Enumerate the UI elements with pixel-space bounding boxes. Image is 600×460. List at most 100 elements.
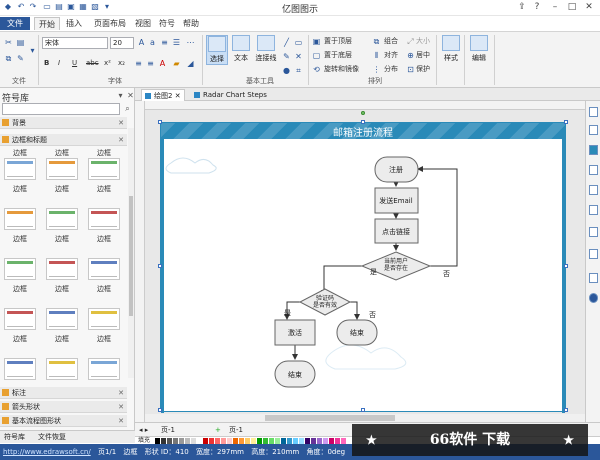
- align-icon[interactable]: ⫴: [372, 51, 381, 60]
- edit-button[interactable]: 编辑: [468, 35, 490, 63]
- resize-handle[interactable]: [158, 264, 162, 268]
- category-border-title[interactable]: 边框和标题 ✕: [0, 134, 127, 146]
- close-category-icon[interactable]: ✕: [118, 117, 124, 129]
- search-icon[interactable]: ⌕: [123, 104, 132, 113]
- connector-tool-button[interactable]: 连接线: [254, 35, 278, 63]
- comments-icon[interactable]: [589, 273, 598, 283]
- page-tab[interactable]: 页-1: [161, 424, 175, 436]
- scroll-thumb[interactable]: [129, 196, 133, 316]
- pin-icon[interactable]: ▾: [116, 91, 125, 100]
- frame-shape-thumbnail[interactable]: [4, 258, 36, 280]
- library-search-input[interactable]: [2, 103, 120, 115]
- group-icon[interactable]: ⧉: [372, 37, 381, 46]
- fill-icon[interactable]: ◢: [186, 59, 195, 68]
- resize-handle[interactable]: [564, 120, 568, 124]
- rectangle-tool-icon[interactable]: ▭: [294, 38, 303, 47]
- cross-tool-icon[interactable]: ✕: [294, 52, 303, 61]
- bullets-icon[interactable]: ≡: [160, 38, 169, 47]
- resize-handle[interactable]: [158, 120, 162, 124]
- category-arrows[interactable]: 箭头形状 ✕: [0, 401, 127, 413]
- copy-icon[interactable]: ⧉: [4, 54, 13, 63]
- frame-shape-thumbnail[interactable]: [88, 308, 120, 330]
- center-icon[interactable]: ⊕: [406, 51, 415, 60]
- maximize-icon[interactable]: □: [565, 1, 579, 14]
- size-button[interactable]: 大小: [416, 36, 430, 47]
- add-page-icon[interactable]: +: [215, 424, 221, 436]
- distribute-icon[interactable]: ⋮: [372, 65, 381, 74]
- pen-tool-icon[interactable]: ✎: [282, 52, 291, 61]
- font-size-select[interactable]: 20: [110, 37, 134, 49]
- frame-shape-thumbnail[interactable]: [4, 158, 36, 180]
- send-back-icon[interactable]: ▢: [312, 51, 321, 60]
- page-tab-current[interactable]: 页-1: [229, 424, 243, 436]
- tab-page-layout[interactable]: 页面布局: [90, 17, 130, 30]
- tab-file[interactable]: 文件: [0, 17, 30, 30]
- ellipse-tool-icon[interactable]: ●: [282, 66, 291, 75]
- scroll-thumb[interactable]: [265, 415, 395, 421]
- style-button[interactable]: 样式: [440, 35, 462, 63]
- tab-home[interactable]: 开始: [34, 17, 60, 30]
- resize-handle[interactable]: [158, 408, 162, 412]
- layers-icon[interactable]: [589, 205, 598, 215]
- close-panel-icon[interactable]: ✕: [126, 91, 135, 100]
- diagram-page[interactable]: 邮箱注册流程 注册 发送Email 点击链接 当前用户是否存在 验证码是否有效 …: [160, 122, 566, 413]
- canvas-horizontal-scrollbar[interactable]: [145, 414, 585, 422]
- cut-icon[interactable]: ✂: [4, 38, 13, 47]
- image-panel-icon[interactable]: [589, 227, 598, 237]
- line-style-icon[interactable]: ⋯: [186, 38, 195, 47]
- frame-shape-thumbnail[interactable]: [88, 208, 120, 230]
- category-background[interactable]: 背景 ✕: [0, 117, 127, 129]
- frame-shape-thumbnail[interactable]: [46, 158, 78, 180]
- frame-shape-thumbnail[interactable]: [46, 208, 78, 230]
- highlight-icon[interactable]: ▰: [172, 59, 181, 68]
- resize-handle[interactable]: [361, 408, 365, 412]
- crop-tool-icon[interactable]: ⌗: [294, 66, 303, 75]
- frame-shape-thumbnail[interactable]: [46, 358, 78, 380]
- close-category-icon[interactable]: ✕: [118, 401, 124, 413]
- minimize-icon[interactable]: –: [548, 1, 562, 14]
- doc-tab-drawing2[interactable]: 绘图2 ✕: [141, 89, 185, 101]
- subscript-button[interactable]: x₂: [118, 58, 125, 69]
- protect-button[interactable]: 保护: [416, 64, 430, 75]
- frame-shape-thumbnail[interactable]: [46, 258, 78, 280]
- shrink-font-icon[interactable]: a: [148, 38, 157, 47]
- rotate-mirror-button[interactable]: 旋转和镜像: [324, 64, 359, 75]
- data-panel-icon[interactable]: [589, 249, 598, 259]
- category-basic-flowchart[interactable]: 基本流程图形状 ✕: [0, 415, 127, 427]
- underline-button[interactable]: U: [72, 58, 77, 69]
- edge-yes-exists[interactable]: [321, 265, 362, 296]
- share-icon[interactable]: ⇪: [515, 1, 529, 14]
- rotate-handle[interactable]: [361, 111, 365, 115]
- clipboard-icon[interactable]: ▾: [28, 46, 37, 55]
- page-setup-icon[interactable]: [589, 185, 598, 195]
- close-category-icon[interactable]: ✕: [118, 134, 124, 146]
- line-tool-icon[interactable]: ╱: [282, 38, 291, 47]
- tab-file-recovery[interactable]: 文件恢复: [38, 432, 66, 443]
- edge-no-exists[interactable]: [417, 166, 458, 267]
- frame-shape-thumbnail[interactable]: [4, 208, 36, 230]
- select-tool-button[interactable]: 选择: [206, 35, 228, 65]
- library-scrollbar[interactable]: [128, 128, 134, 378]
- close-category-icon[interactable]: ✕: [118, 415, 124, 427]
- website-link[interactable]: http://www.edrawsoft.cn/: [3, 448, 91, 456]
- resize-handle[interactable]: [564, 264, 568, 268]
- help-panel-icon[interactable]: [589, 293, 598, 303]
- tab-help[interactable]: 帮助: [180, 17, 202, 30]
- page-nav-icon[interactable]: ◂ ▸: [139, 424, 148, 436]
- format-painter-icon[interactable]: ✎: [16, 54, 25, 63]
- bring-front-button[interactable]: 置于顶层: [324, 36, 352, 47]
- paste-icon[interactable]: ▤: [16, 38, 25, 47]
- font-color-icon[interactable]: A: [158, 59, 167, 68]
- fill-panel-icon[interactable]: [589, 145, 598, 155]
- frame-shape-thumbnail[interactable]: [4, 358, 36, 380]
- line-panel-icon[interactable]: [589, 125, 598, 135]
- doc-tab-radar-chart[interactable]: Radar Chart Steps: [191, 89, 270, 101]
- text-tool-button[interactable]: 文本: [230, 35, 252, 63]
- format-panel-icon[interactable]: [589, 107, 598, 117]
- font-name-select[interactable]: 宋体: [42, 37, 108, 49]
- send-back-button[interactable]: 置于底层: [324, 50, 352, 61]
- align-left-icon[interactable]: ≡: [134, 59, 143, 68]
- frame-shape-thumbnail[interactable]: [4, 308, 36, 330]
- tab-symbol-library[interactable]: 符号库: [4, 432, 25, 443]
- close-category-icon[interactable]: ✕: [118, 387, 124, 399]
